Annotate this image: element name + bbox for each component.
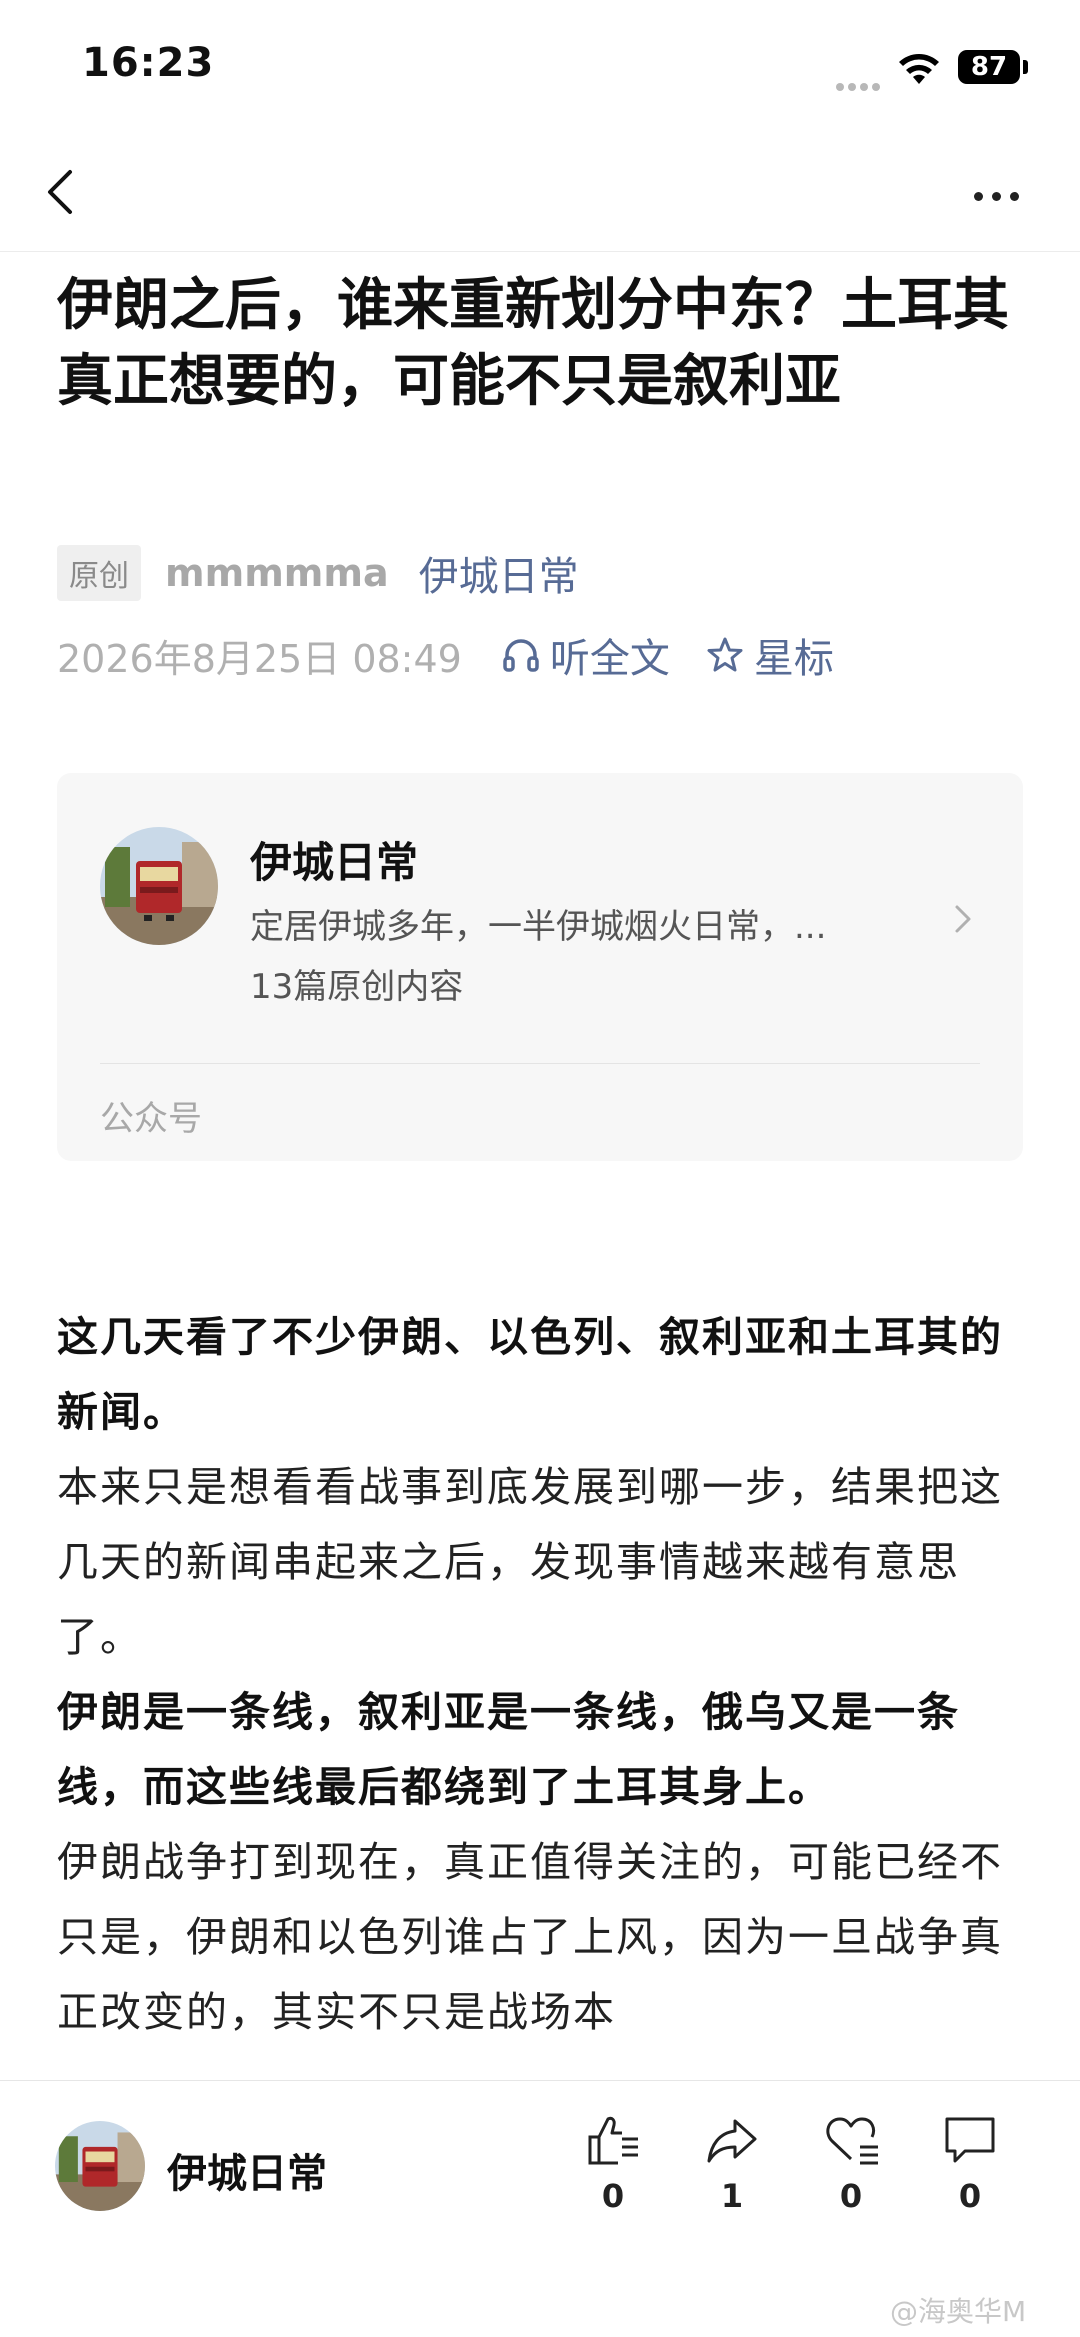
bottom-account-name[interactable]: 伊城日常: [167, 2141, 327, 2199]
original-tag: 原创: [57, 545, 141, 601]
share-count: 1: [720, 2177, 744, 2215]
star-icon: [707, 637, 743, 672]
like-button[interactable]: 0: [578, 2111, 648, 2215]
favorite-count: 0: [839, 2177, 863, 2215]
article-meta-row: 原创 mmmmma 伊城日常: [57, 545, 579, 601]
star-label: 星标: [753, 636, 834, 682]
status-bar: 16:23 87: [0, 0, 1080, 140]
more-dots-icon[interactable]: [974, 186, 1028, 205]
card-account-name: 伊城日常: [250, 838, 419, 887]
heart-icon: [826, 2117, 878, 2165]
body-paragraph-4: 伊朗战争打到现在，真正值得关注的，可能已经不只是，伊朗和以色列谁占了上风，因为一…: [57, 1838, 1003, 2036]
card-divider: [100, 1063, 980, 1064]
status-time: 16:23: [82, 40, 215, 86]
battery-indicator: 87: [958, 50, 1020, 84]
battery-tip: [1023, 60, 1028, 74]
chevron-left-icon[interactable]: [42, 162, 78, 222]
account-avatar: [100, 827, 218, 945]
body-paragraph-3: 伊朗是一条线，叙利亚是一条线，俄乌又是一条线，而这些线最后都绕到了土耳其身上。: [57, 1688, 960, 1811]
listen-label: 听全文: [549, 636, 670, 682]
share-arrow-icon: [707, 2119, 757, 2163]
publish-date: 2026年8月25日 08:49: [57, 636, 462, 681]
star-button[interactable]: 星标: [706, 626, 834, 684]
listen-button[interactable]: 听全文: [502, 626, 670, 684]
account-card[interactable]: 伊城日常 定居伊城多年，一半伊城烟火日常，... 13篇原创内容 公众号: [57, 773, 1023, 1161]
body-paragraph-2: 本来只是想看看战事到底发展到哪一步，结果把这几天的新闻串起来之后，发现事情越来越…: [57, 1463, 1003, 1661]
account-link[interactable]: 伊城日常: [419, 544, 579, 602]
card-article-count: 13篇原创内容: [250, 967, 464, 1007]
like-count: 0: [601, 2177, 625, 2215]
article-date-row: 2026年8月25日 08:49 听全文 星标: [57, 627, 834, 683]
article-body: 这几天看了不少伊朗、以色列、叙利亚和土耳其的新闻。 本来只是想看看战事到底发展到…: [57, 1300, 1023, 2050]
chevron-right-icon: [951, 899, 975, 943]
share-button[interactable]: 1: [697, 2111, 767, 2215]
card-account-description: 定居伊城多年，一半伊城烟火日常，...: [250, 907, 827, 947]
favorite-button[interactable]: 0: [816, 2111, 886, 2215]
body-paragraph-1: 这几天看了不少伊朗、以色列、叙利亚和土耳其的新闻。: [57, 1313, 1003, 1436]
comment-button[interactable]: 0: [935, 2111, 1005, 2215]
card-type-label: 公众号: [100, 1099, 202, 1139]
author-name: mmmmma: [165, 551, 389, 595]
comment-count: 0: [958, 2177, 982, 2215]
thumbs-up-icon: [588, 2116, 638, 2165]
bottom-account-avatar[interactable]: [55, 2121, 145, 2211]
headphones-icon: [503, 639, 539, 672]
comment-bubble-icon: [945, 2117, 995, 2163]
signal-dots-icon: [836, 76, 884, 95]
watermark-text: @海奥华M: [890, 2295, 1027, 2328]
article-title: 伊朗之后，谁来重新划分中东？土耳其真正想要的，可能不只是叙利亚: [57, 273, 1009, 414]
top-nav-bar: [0, 140, 1080, 252]
wifi-icon: [896, 50, 942, 90]
